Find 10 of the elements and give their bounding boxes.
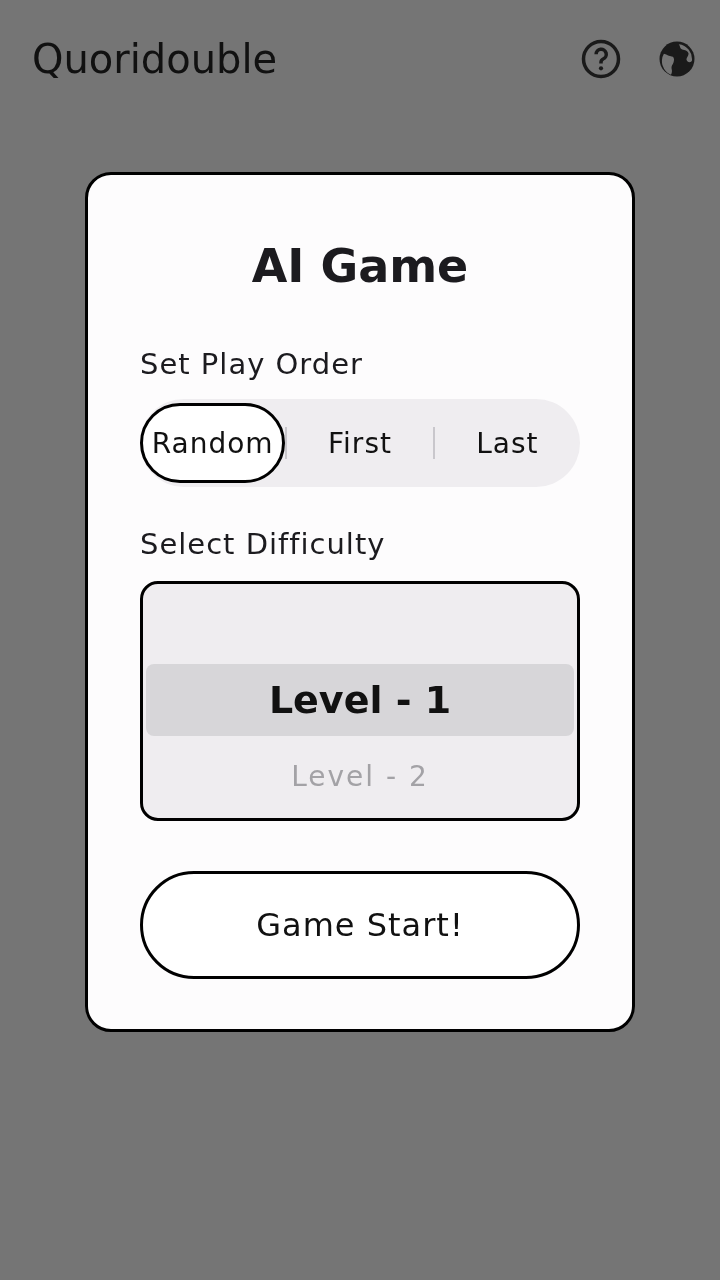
help-icon[interactable]	[580, 38, 622, 80]
section-label: Set Play Order	[140, 347, 364, 381]
order-option[interactable]: Random	[140, 403, 286, 483]
order-option[interactable]: First	[287, 403, 433, 483]
app-title: Quoridouble	[32, 36, 279, 82]
start-button[interactable]: Game Start!	[140, 871, 580, 979]
dialog-title: AI Game	[250, 239, 470, 293]
level-option[interactable]: Level - 1	[146, 664, 574, 736]
order-option[interactable]: Last	[434, 403, 580, 483]
section-label: Select Difficulty	[140, 527, 387, 561]
